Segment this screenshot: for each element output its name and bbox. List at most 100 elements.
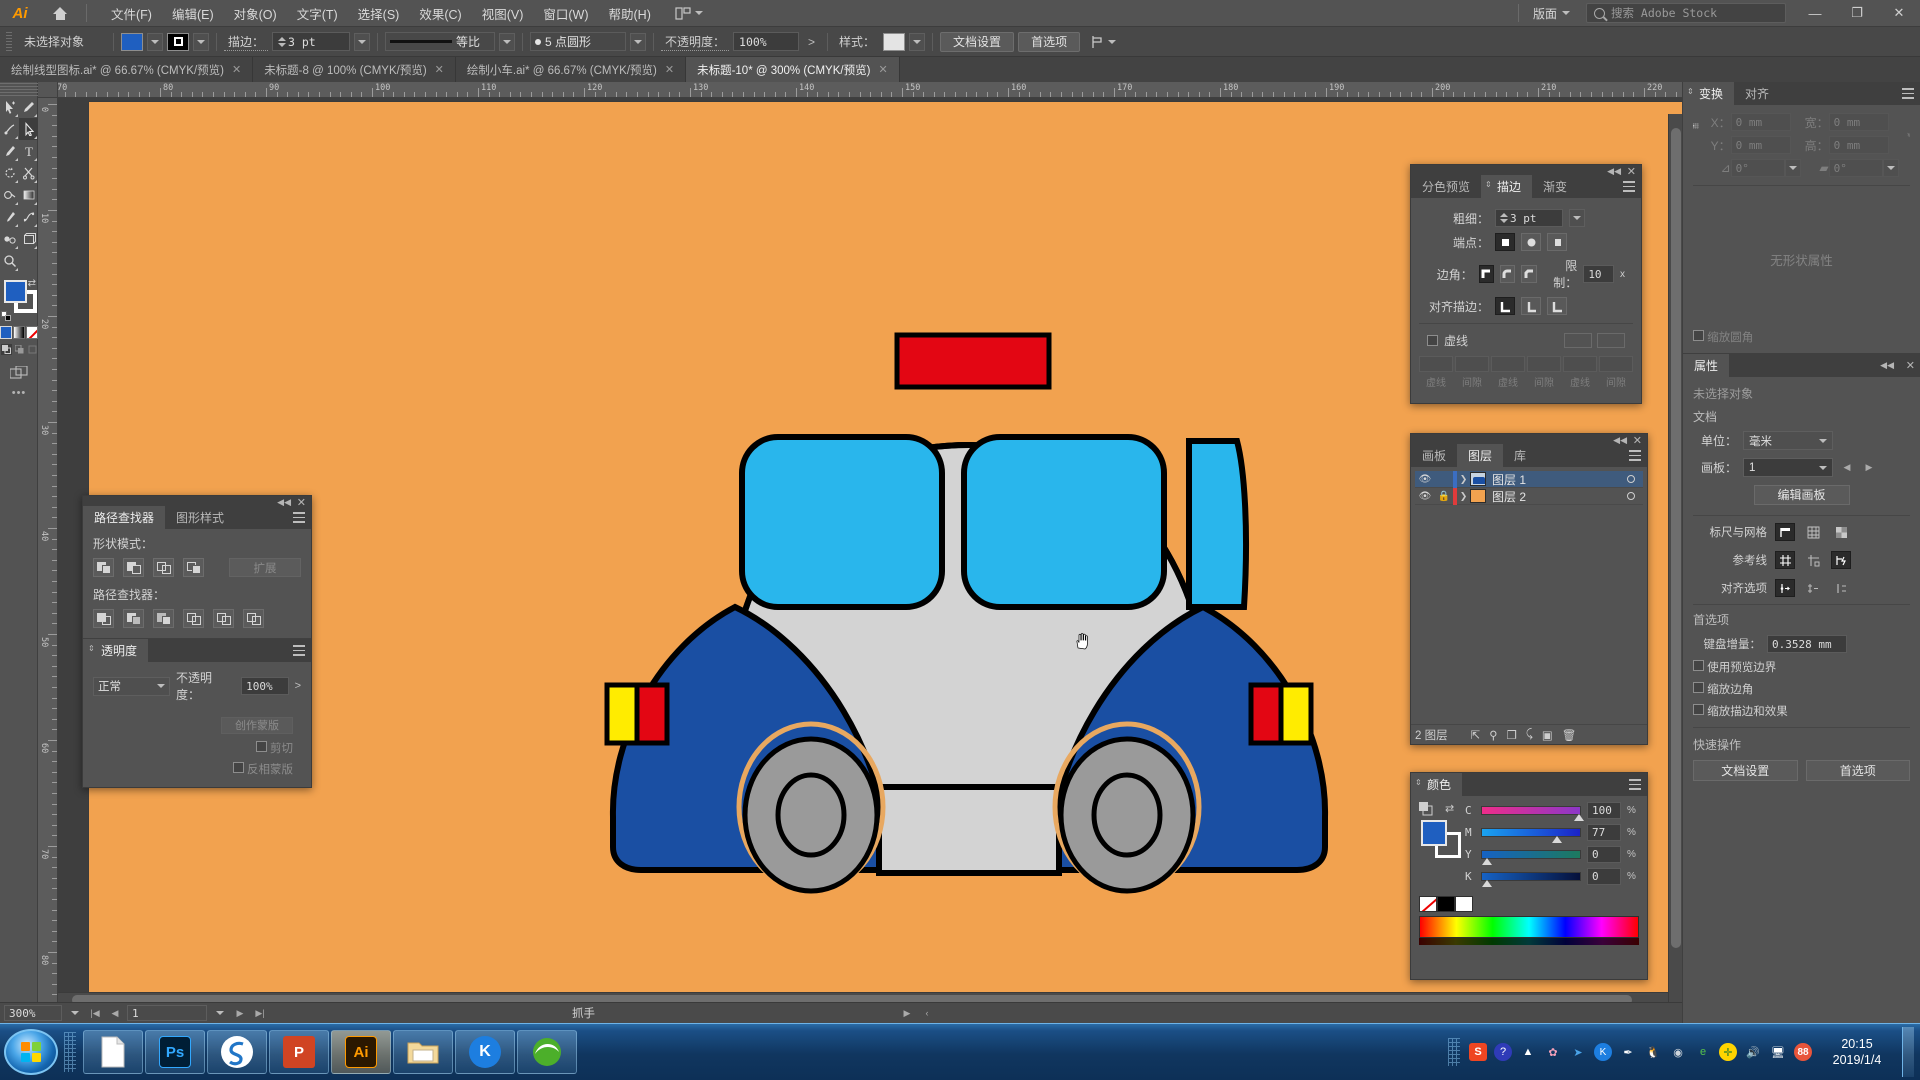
control-bar-grip[interactable] xyxy=(6,31,12,52)
status-resize-grip[interactable]: ‹ xyxy=(919,1005,935,1021)
show-transparency-grid-icon[interactable] xyxy=(1831,523,1851,541)
arrange-documents-button[interactable] xyxy=(675,6,703,20)
shear-field[interactable]: 0° xyxy=(1828,159,1883,177)
browser-tray-icon[interactable]: e xyxy=(1694,1043,1712,1061)
document-setup-button[interactable]: 文档设置 xyxy=(940,31,1015,52)
expand-arrow-icon[interactable]: ❯ xyxy=(1457,491,1470,502)
battery-badge[interactable]: 88 xyxy=(1794,1043,1812,1061)
dash-align-preserve-icon[interactable] xyxy=(1564,333,1592,348)
volume-icon[interactable]: 🔊 xyxy=(1744,1043,1762,1061)
close-icon[interactable]: ✕ xyxy=(435,63,444,76)
ruler-corner[interactable] xyxy=(38,82,58,98)
make-mask-button[interactable]: 创作蒙版 xyxy=(221,717,293,734)
panel-drag-handle[interactable]: ◀◀ ✕ xyxy=(1411,165,1641,178)
w-field[interactable]: 0 mm xyxy=(1828,113,1889,131)
transform-panel[interactable]: ⇕ 变换 对齐 X： 0 mm 宽： 0 mm Y： 0 mm 高： 0 mm … xyxy=(1683,82,1920,353)
round-cap-icon[interactable] xyxy=(1521,233,1541,251)
document-tab-4-active[interactable]: 未标题-10* @ 300% (CMYK/预览) ✕ xyxy=(686,57,900,82)
layer-name[interactable]: 图层 1 xyxy=(1492,471,1526,488)
layer-name[interactable]: 图层 2 xyxy=(1492,488,1526,505)
first-artboard-button[interactable]: |◀ xyxy=(87,1005,103,1021)
c-slider[interactable] xyxy=(1481,806,1584,821)
panel-menu-icon[interactable] xyxy=(293,645,305,659)
target-indicator-icon[interactable] xyxy=(1627,475,1635,483)
target-indicator-icon[interactable] xyxy=(1627,492,1635,500)
blend-mode-select[interactable]: 正常 xyxy=(93,676,170,696)
sogou-icon[interactable]: S xyxy=(1469,1043,1487,1061)
tab-color[interactable]: ⇕ 颜色 xyxy=(1411,773,1463,796)
visibility-icon[interactable]: 👁 xyxy=(1415,491,1435,502)
pen-icon[interactable]: ✒ xyxy=(1619,1043,1637,1061)
fill-indicator[interactable] xyxy=(1421,820,1447,846)
exclude-icon[interactable] xyxy=(183,558,204,577)
stroke-color-swatch[interactable] xyxy=(167,32,189,51)
angle-dropdown[interactable] xyxy=(1784,159,1801,177)
show-rulers-icon[interactable] xyxy=(1775,523,1795,541)
dash-align-corners-icon[interactable] xyxy=(1597,333,1625,348)
document-tab-2[interactable]: 未标题-8 @ 100% (CMYK/预览) ✕ xyxy=(253,57,456,82)
fill-stroke-small-icon[interactable] xyxy=(1419,802,1433,816)
k-slider[interactable] xyxy=(1481,872,1581,887)
preferences-button[interactable]: 首选项 xyxy=(1018,31,1081,52)
draw-behind-icon[interactable] xyxy=(14,344,25,355)
snap-to-point-icon[interactable] xyxy=(1775,579,1795,597)
bird-icon[interactable]: ➤ xyxy=(1569,1043,1587,1061)
intersect-icon[interactable] xyxy=(153,558,174,577)
new-sublayer-icon[interactable]: ⤹ xyxy=(1526,728,1533,741)
invert-mask-checkbox[interactable] xyxy=(232,762,244,773)
color-button[interactable] xyxy=(0,326,13,339)
graphic-style-swatch[interactable] xyxy=(883,32,906,51)
none-swatch[interactable] xyxy=(1419,896,1437,912)
align-options-button[interactable] xyxy=(1090,35,1117,49)
tool-paintbrush[interactable] xyxy=(0,140,19,162)
color-panel[interactable]: ⇕ 颜色 ⇄ C 100 % M 77 % Y 0 % K 0 % xyxy=(1410,772,1648,980)
slider-thumb[interactable] xyxy=(1574,814,1584,821)
edit-artboards-button[interactable]: 编辑画板 xyxy=(1753,485,1850,505)
swap-fill-stroke-icon[interactable]: ⇄ xyxy=(28,278,36,289)
dash-field-3[interactable] xyxy=(1563,356,1597,372)
default-fill-stroke-icon[interactable] xyxy=(1,311,11,321)
trim-icon[interactable] xyxy=(123,609,144,628)
c-value[interactable]: 100 xyxy=(1587,802,1621,819)
constrain-proportions-icon[interactable] xyxy=(1906,121,1910,149)
tool-type[interactable]: T xyxy=(19,140,38,162)
white-swatch[interactable] xyxy=(1455,896,1473,912)
tab-graphic-styles[interactable]: 图形样式 xyxy=(165,506,236,529)
close-icon[interactable]: ✕ xyxy=(232,63,241,76)
layer-row-1[interactable]: 👁 ❯ 图层 1 xyxy=(1415,470,1643,488)
tab-align[interactable]: 对齐 xyxy=(1734,82,1781,105)
dashed-toggle[interactable]: 虚线 xyxy=(1427,332,1468,349)
stroke-panel[interactable]: ◀◀ ✕ 分色预览 ⇕ 描边 渐变 粗细： 3 pt 端点： 边角： 限制： 1… xyxy=(1410,164,1642,404)
scale-corners-checkbox[interactable] xyxy=(1693,330,1704,341)
flower-icon[interactable]: ✿ xyxy=(1544,1043,1562,1061)
unit-select[interactable]: 毫米 xyxy=(1743,431,1833,450)
dash-field-1[interactable] xyxy=(1419,356,1453,372)
x-field[interactable]: 0 mm xyxy=(1730,113,1791,131)
edit-toolbar-icon[interactable]: ••• xyxy=(0,387,38,399)
use-preview-bounds-checkbox[interactable] xyxy=(1693,660,1704,671)
invert-mask-checkbox-row[interactable]: 反相蒙版 xyxy=(93,761,293,777)
align-inside-icon[interactable] xyxy=(1521,297,1541,315)
opacity-options-arrow[interactable]: > xyxy=(295,680,301,692)
status-options-button[interactable]: ▶ xyxy=(899,1005,915,1021)
properties-panel[interactable]: 属性 ◀◀ ✕ 未选择对象 文档 单位： 毫米 画板： 1 ◀ ▶ 编辑画板 标… xyxy=(1683,353,1920,785)
zoom-dropdown[interactable] xyxy=(66,1005,83,1021)
next-artboard-button[interactable]: ▶ xyxy=(232,1005,248,1021)
none-button[interactable] xyxy=(25,326,38,339)
locate-object-icon[interactable]: ⇱ xyxy=(1471,728,1481,742)
divide-icon[interactable] xyxy=(93,609,114,628)
expand-button[interactable]: 扩展 xyxy=(229,558,301,577)
next-artboard-icon[interactable]: ▶ xyxy=(1861,460,1877,476)
create-sublayer-icon[interactable]: ❐ xyxy=(1507,728,1517,742)
close-icon[interactable]: ✕ xyxy=(665,63,674,76)
scale-corners-row[interactable]: 缩放圆角 xyxy=(1683,329,1920,353)
taskbar-separator[interactable] xyxy=(64,1032,76,1072)
plus-icon[interactable]: ✛ xyxy=(1719,1043,1737,1061)
tool-gradient[interactable] xyxy=(19,184,38,206)
y-slider[interactable] xyxy=(1481,850,1581,865)
panel-menu-icon[interactable] xyxy=(1629,779,1641,793)
weight-field[interactable]: 3 pt xyxy=(1495,209,1563,227)
brush-definition[interactable]: 5 点圆形 xyxy=(530,32,627,51)
show-hidden-icons-icon[interactable]: ▲ xyxy=(1519,1043,1537,1061)
use-preview-bounds-row[interactable]: 使用预览边界 xyxy=(1683,656,1920,678)
